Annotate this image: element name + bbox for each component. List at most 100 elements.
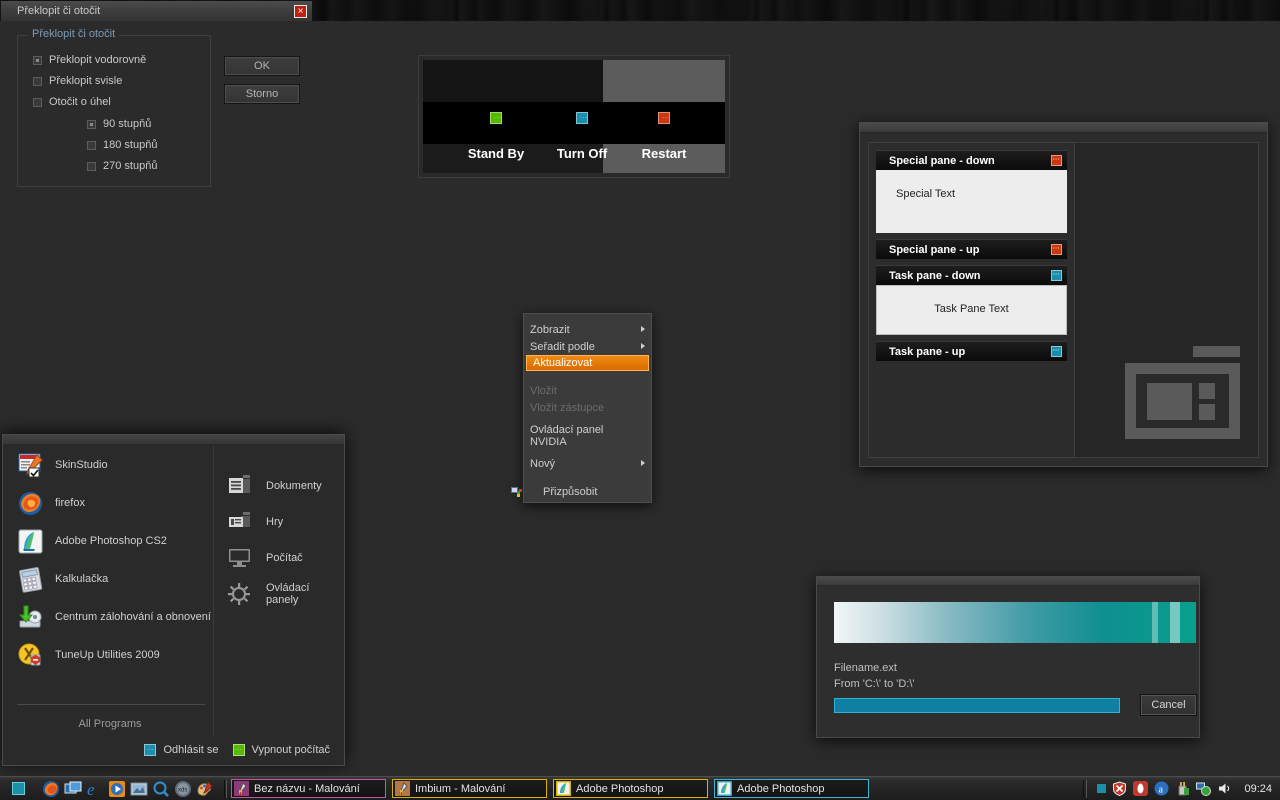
control-panel-icon	[228, 583, 252, 605]
cancel-button[interactable]: Storno	[224, 84, 300, 104]
firefox-icon[interactable]	[42, 780, 60, 798]
paint-icon[interactable]	[196, 780, 214, 798]
checkbox-flip-vertical[interactable]: Překlopit svisle	[33, 75, 122, 87]
checkbox-flip-horizontal[interactable]: Překlopit vodorovně	[33, 54, 146, 66]
pane-content: Task Pane Text	[876, 285, 1067, 335]
start-item-centrum-zalohovani[interactable]: Centrum zálohování a obnovení	[7, 598, 213, 636]
pane-header[interactable]: Special pane - down ···	[876, 150, 1067, 170]
start-place-pocitac[interactable]: Počítač	[214, 540, 342, 576]
turn-off-button[interactable]: ··· Turn Off	[539, 60, 625, 173]
restart-button[interactable]: ··· Restart	[621, 60, 707, 173]
start-item-firefox[interactable]: firefox	[7, 484, 213, 522]
task-button-adobe-photoshop-1[interactable]: Adobe Photoshop	[553, 779, 708, 798]
collapse-icon[interactable]: ···	[1051, 270, 1062, 281]
task-button-adobe-photoshop-2[interactable]: Adobe Photoshop	[714, 779, 869, 798]
menu-item-novy[interactable]: Nový	[524, 455, 651, 472]
clock[interactable]: 09:24	[1238, 783, 1272, 795]
checkbox-label: Překlopit svisle	[49, 75, 122, 87]
search-icon[interactable]	[152, 780, 170, 798]
explorer-file-area[interactable]	[1074, 143, 1258, 457]
checkbox-rotate-angle[interactable]: Otočit o úhel	[33, 96, 111, 108]
photoshop-icon	[17, 528, 44, 555]
checkbox-box[interactable]	[33, 56, 42, 65]
start-place-ovladaci-panely[interactable]: Ovládací panely	[214, 576, 342, 612]
media-player-icon[interactable]	[108, 780, 126, 798]
tray-toggle-icon[interactable]	[1097, 784, 1106, 793]
menu-item-seradit-podle[interactable]: Seřadit podle	[524, 338, 651, 355]
task-button-bez-nazvu-malovani[interactable]: Bez názvu - Malování	[231, 779, 386, 798]
pane-task-up: Task pane - up ···	[876, 341, 1067, 361]
explorer-columns: Special pane - down ··· Special Text Spe…	[868, 142, 1259, 458]
menu-item-aktualizovat[interactable]: Aktualizovat	[526, 355, 649, 371]
show-desktop-icon[interactable]	[64, 780, 82, 798]
start-item-label: Kalkulačka	[55, 573, 108, 585]
start-button[interactable]	[0, 777, 36, 800]
start-item-kalkulacka[interactable]: Kalkulačka	[7, 560, 213, 598]
start-place-label: Počítač	[266, 552, 303, 564]
radio-180-degrees[interactable]: 180 stupňů	[87, 139, 157, 151]
chevron-right-icon	[641, 343, 645, 349]
security-alert-icon[interactable]	[1112, 781, 1127, 796]
internet-explorer-icon[interactable]: e	[86, 780, 104, 798]
explorer-body: Special pane - down ··· Special Text Spe…	[860, 134, 1267, 466]
pane-special-up: Special pane - up ···	[876, 239, 1067, 259]
menu-item-label: Ovládací panel NVIDIA	[530, 424, 643, 448]
network-icon[interactable]	[1196, 781, 1211, 796]
acrobat-icon[interactable]: a	[1154, 781, 1169, 796]
start-item-adobe-photoshop-cs2[interactable]: Adobe Photoshop CS2	[7, 522, 213, 560]
checkbox-box[interactable]	[87, 141, 96, 150]
checkbox-label: Otočit o úhel	[49, 96, 111, 108]
pane-header[interactable]: Task pane - down ···	[876, 265, 1067, 285]
start-place-dokumenty[interactable]: Dokumenty	[214, 468, 342, 504]
task-button-label: Imbium - Malování	[415, 783, 505, 795]
menu-item-zobrazit[interactable]: Zobrazit	[524, 321, 651, 338]
explorer-titlebar[interactable]	[860, 123, 1267, 133]
copy-dialog-titlebar[interactable]	[817, 577, 1199, 586]
radio-90-degrees[interactable]: 90 stupňů	[87, 118, 151, 130]
shut-down-button[interactable]: ··· Vypnout počítač	[233, 744, 330, 756]
close-icon[interactable]: ×	[294, 5, 307, 18]
tray-grip-handle[interactable]	[1083, 780, 1087, 798]
thumbnail-inner	[1136, 374, 1229, 428]
menu-item-ovladaci-panel-nvidia[interactable]: Ovládací panel NVIDIA	[524, 427, 651, 444]
xds-icon[interactable]: xds	[174, 780, 192, 798]
checkbox-box[interactable]	[33, 98, 42, 107]
task-button-imbium-malovani[interactable]: Imbium - Malování	[392, 779, 547, 798]
progress-bar	[834, 698, 1120, 713]
volume-icon[interactable]	[1217, 781, 1232, 796]
opera-icon[interactable]	[1133, 781, 1148, 796]
taskbar-buttons: Bez názvu - Malování Imbium - Malování	[231, 779, 1083, 798]
menu-item-vlozit: Vložit	[524, 382, 651, 399]
task-button-label: Bez názvu - Malování	[254, 783, 360, 795]
expand-icon[interactable]: ···	[1051, 244, 1062, 255]
checkbox-box[interactable]	[87, 162, 96, 171]
all-programs-button[interactable]: All Programs	[7, 718, 213, 730]
dialog-titlebar[interactable]: Překlopit či otočit ×	[1, 1, 312, 22]
pane-header[interactable]: Special pane - up ···	[876, 239, 1067, 259]
radio-270-degrees[interactable]: 270 stupňů	[87, 160, 157, 172]
stand-by-button[interactable]: ··· Stand By	[453, 60, 539, 173]
collapse-icon[interactable]: ···	[1051, 155, 1062, 166]
start-menu-programs: SkinStudio firefox	[7, 446, 214, 736]
pane-content: Special Text	[876, 170, 1067, 233]
menu-item-label: Vložit zástupce	[530, 402, 604, 414]
power-panel-inner: ··· Stand By ··· Turn Off ··· Restart	[423, 60, 725, 173]
pane-task-down: Task pane - down ··· Task Pane Text	[876, 265, 1067, 335]
cancel-button[interactable]: Cancel	[1140, 694, 1197, 716]
menu-item-label: Zobrazit	[530, 324, 570, 336]
log-off-button[interactable]: ··· Odhlásit se	[144, 744, 218, 756]
pane-header[interactable]: Task pane - up ···	[876, 341, 1067, 361]
checkbox-label: 90 stupňů	[103, 118, 151, 130]
safely-remove-icon[interactable]	[1175, 781, 1190, 796]
svg-text:a: a	[1159, 785, 1164, 796]
ok-button[interactable]: OK	[224, 56, 300, 76]
expand-icon[interactable]: ···	[1051, 346, 1062, 357]
menu-item-prizpusobit[interactable]: Přizpůsobit	[524, 483, 651, 500]
checkbox-box[interactable]	[87, 120, 96, 129]
start-item-skinstudio[interactable]: SkinStudio	[7, 446, 213, 484]
checkbox-box[interactable]	[33, 77, 42, 86]
start-place-hry[interactable]: Hry	[214, 504, 342, 540]
start-item-tuneup-utilities-2009[interactable]: TuneUp Utilities 2009	[7, 636, 213, 674]
image-viewer-icon[interactable]	[130, 780, 148, 798]
checkbox-label: 270 stupňů	[103, 160, 157, 172]
